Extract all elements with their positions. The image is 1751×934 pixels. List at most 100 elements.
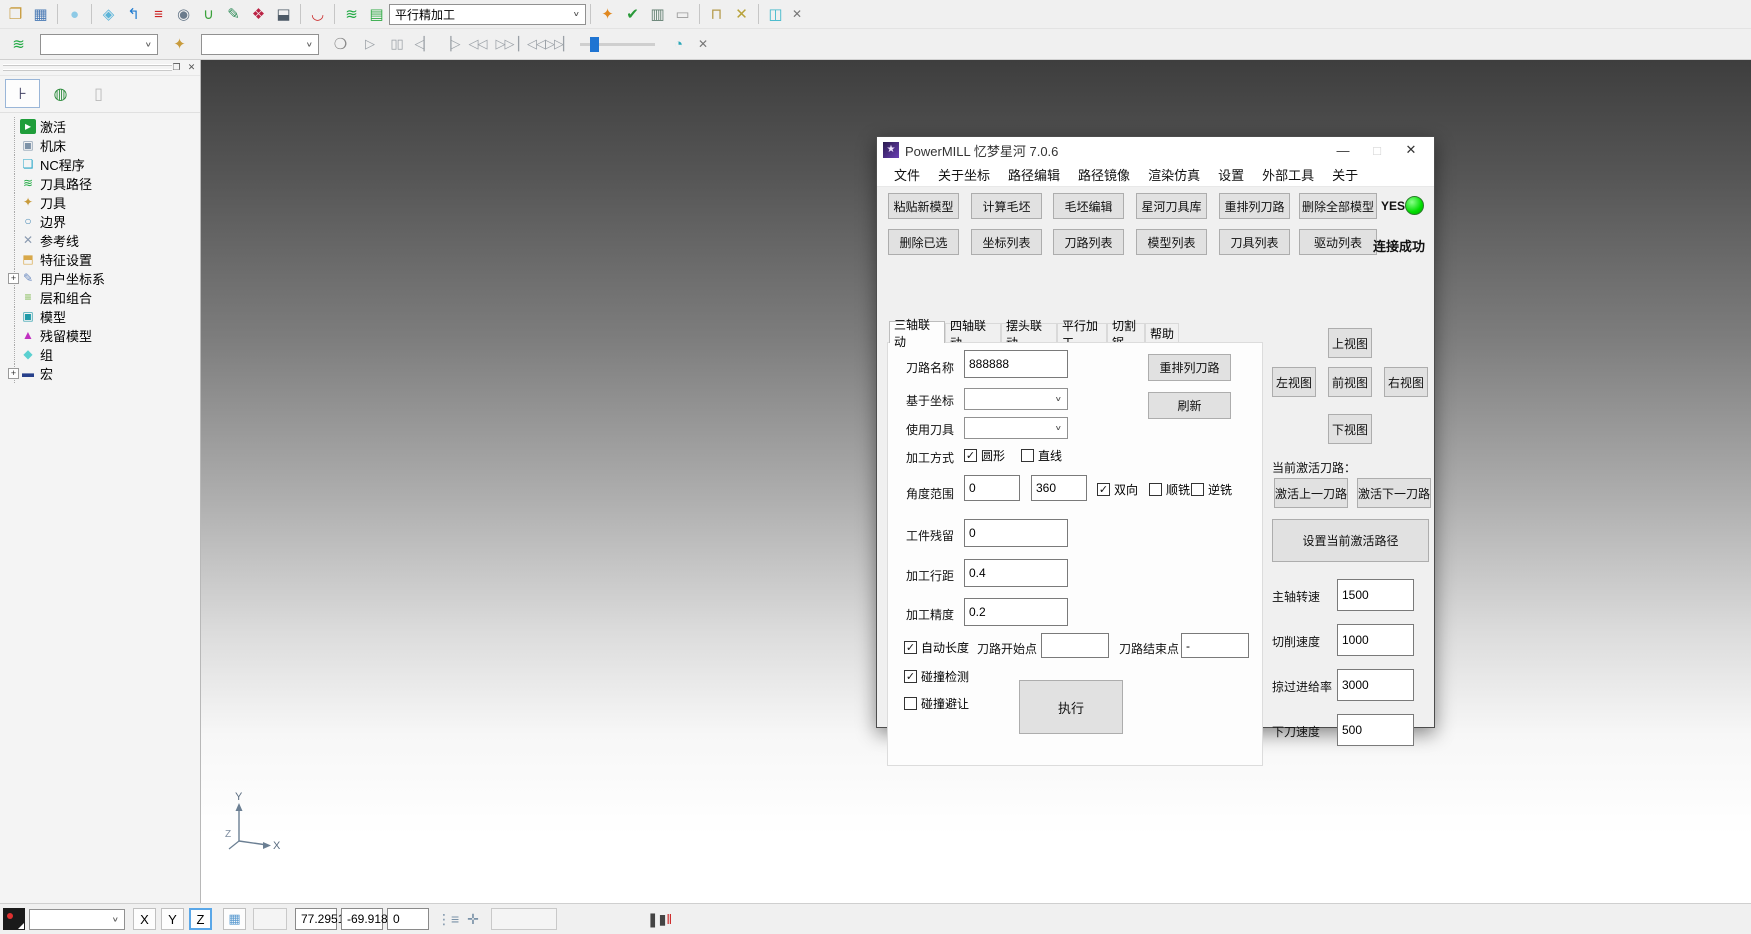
- tab-四轴联动[interactable]: 四轴联动: [945, 323, 1001, 343]
- start-point-input[interactable]: [1041, 633, 1109, 658]
- plunge-feed-input[interactable]: 500: [1337, 714, 1414, 746]
- view-left-button[interactable]: 左视图: [1272, 367, 1316, 397]
- tree-item[interactable]: ◆组: [6, 345, 200, 364]
- strategy-list-icon[interactable]: ▤: [364, 3, 389, 26]
- step-forward-icon[interactable]: ▕▷: [437, 33, 464, 56]
- menu-item-外部工具[interactable]: 外部工具: [1253, 165, 1323, 184]
- close-button[interactable]: ✕: [1394, 139, 1428, 161]
- sim-toolpath-icon[interactable]: ≋: [6, 33, 31, 56]
- float-panel-icon[interactable]: ❐: [170, 61, 183, 74]
- unchecked-checkbox[interactable]: [904, 697, 917, 710]
- action-刀具列表[interactable]: 刀具列表: [1219, 229, 1290, 255]
- refresh-button[interactable]: 刷新: [1148, 392, 1231, 419]
- sim-tool-combo[interactable]: ∨: [201, 34, 319, 55]
- tree-item[interactable]: ✕参考线: [6, 231, 200, 250]
- lamp-icon[interactable]: ❍: [328, 33, 353, 56]
- sim-toolpath-combo[interactable]: ∨: [40, 34, 158, 55]
- tree-item[interactable]: ⬒特征设置: [6, 250, 200, 269]
- sim-tool-icon[interactable]: ✦: [167, 33, 192, 56]
- tab-帮助[interactable]: 帮助: [1145, 323, 1179, 343]
- calc-flash-icon[interactable]: ✦: [595, 3, 620, 26]
- angle-from-input[interactable]: 0: [964, 475, 1020, 501]
- view-bottom-button[interactable]: 下视图: [1328, 414, 1372, 444]
- step-back-icon[interactable]: ◁▏: [410, 33, 437, 56]
- tab-平行加工[interactable]: 平行加工: [1057, 323, 1107, 343]
- toolpath-name-input[interactable]: 888888: [964, 350, 1068, 378]
- close-sim-toolbar-icon[interactable]: ✕: [694, 35, 712, 53]
- verify-tool-icon[interactable]: ✔: [620, 3, 645, 26]
- boundary-icon[interactable]: ∪: [196, 3, 221, 26]
- spindle-speed-input[interactable]: 1500: [1337, 579, 1414, 611]
- slider-handle[interactable]: [590, 37, 599, 52]
- menu-item-关于坐标[interactable]: 关于坐标: [929, 165, 999, 184]
- activate-next-toolpath-button[interactable]: 激活下一刀路: [1357, 478, 1431, 508]
- expand-icon[interactable]: +: [8, 368, 19, 379]
- close-toolbar-icon[interactable]: ✕: [788, 5, 806, 23]
- unchecked-checkbox[interactable]: [1021, 449, 1034, 462]
- checked-checkbox[interactable]: ✓: [904, 641, 917, 654]
- view-top-button[interactable]: 上视图: [1328, 328, 1372, 358]
- statusbar-combo[interactable]: ∨: [29, 909, 125, 930]
- unchecked-checkbox[interactable]: [1149, 483, 1162, 496]
- speed-clock-icon[interactable]: ◔: [666, 33, 691, 56]
- points-icon[interactable]: ❖: [246, 3, 271, 26]
- simulation-speed-slider[interactable]: [580, 43, 655, 46]
- menu-item-文件[interactable]: 文件: [885, 165, 929, 184]
- tree-item[interactable]: ○边界: [6, 212, 200, 231]
- checked-checkbox[interactable]: ✓: [904, 670, 917, 683]
- collision-check-icon[interactable]: ◡: [305, 3, 330, 26]
- axis-z-button[interactable]: Z: [189, 908, 212, 930]
- action-刀路列表[interactable]: 刀路列表: [1053, 229, 1124, 255]
- toolpath-icon[interactable]: ≋: [339, 3, 364, 26]
- go-start-icon[interactable]: ▏◁◁: [518, 33, 545, 56]
- save-project-icon[interactable]: ▦: [28, 3, 53, 26]
- play-icon[interactable]: ▷: [356, 33, 383, 56]
- pattern-icon[interactable]: ✎: [221, 3, 246, 26]
- calculator-icon[interactable]: ▥: [645, 3, 670, 26]
- action-粘贴新模型[interactable]: 粘贴新模型: [888, 193, 959, 219]
- menu-item-设置[interactable]: 设置: [1209, 165, 1253, 184]
- action-坐标列表[interactable]: 坐标列表: [971, 229, 1042, 255]
- block-icon[interactable]: ◈: [96, 3, 121, 26]
- menu-item-路径编辑[interactable]: 路径编辑: [999, 165, 1069, 184]
- clipboard-icon[interactable]: ❚▮‖: [647, 911, 672, 928]
- measure-icon[interactable]: ▭: [670, 3, 695, 26]
- menu-item-渲染仿真[interactable]: 渲染仿真: [1139, 165, 1209, 184]
- axis-x-button[interactable]: X: [133, 908, 156, 930]
- tree-item[interactable]: ≡层和组合: [6, 288, 200, 307]
- tree-item[interactable]: ▣模型: [6, 307, 200, 326]
- maximize-button[interactable]: □: [1360, 139, 1394, 161]
- action-删除全部模型[interactable]: 删除全部模型: [1299, 193, 1377, 219]
- set-active-path-button[interactable]: 设置当前激活路径: [1272, 519, 1429, 562]
- tree-item[interactable]: ≋刀具路径: [6, 174, 200, 193]
- pause-icon[interactable]: ▯▯: [383, 33, 410, 56]
- tool-icon[interactable]: ◉: [171, 3, 196, 26]
- strategy-combo[interactable]: 平行精加工∨: [389, 4, 586, 25]
- feeds-icon[interactable]: ≡: [146, 3, 171, 26]
- action-删除已选[interactable]: 删除已选: [888, 229, 959, 255]
- rapid-move-icon[interactable]: ↰: [121, 3, 146, 26]
- explorer-tree-icon[interactable]: ⊦: [5, 79, 40, 108]
- search-forward-icon[interactable]: ▷▷: [491, 33, 518, 56]
- target-point-button[interactable]: [3, 908, 25, 930]
- transform-icon[interactable]: ✕: [729, 3, 754, 26]
- view-front-button[interactable]: 前视图: [1328, 367, 1372, 397]
- tool-pair-icon[interactable]: ⊓: [704, 3, 729, 26]
- tolerance-input[interactable]: 0.2: [964, 598, 1068, 626]
- expand-icon[interactable]: +: [8, 273, 19, 284]
- view-right-button[interactable]: 右视图: [1384, 367, 1428, 397]
- trash-icon[interactable]: ▯: [81, 79, 116, 108]
- explorer-dock-header[interactable]: ❐✕: [0, 60, 200, 76]
- unchecked-checkbox[interactable]: [1191, 483, 1204, 496]
- dialog-titlebar[interactable]: ★ PowerMILL 忆梦星河 7.0.6 — □ ✕: [877, 137, 1434, 163]
- globe-icon[interactable]: ◍: [43, 79, 78, 108]
- action-驱动列表[interactable]: 驱动列表: [1299, 229, 1377, 255]
- checked-checkbox[interactable]: ✓: [964, 449, 977, 462]
- open-project-icon[interactable]: ❐: [3, 3, 28, 26]
- search-back-icon[interactable]: ◁◁: [464, 33, 491, 56]
- nc-programs-icon[interactable]: ◫: [763, 3, 788, 26]
- action-模型列表[interactable]: 模型列表: [1136, 229, 1207, 255]
- action-重排列刀路[interactable]: 重排列刀路: [1219, 193, 1290, 219]
- tool-holder-icon[interactable]: ⬓: [271, 3, 296, 26]
- go-end-icon[interactable]: ▷▷▏: [545, 33, 572, 56]
